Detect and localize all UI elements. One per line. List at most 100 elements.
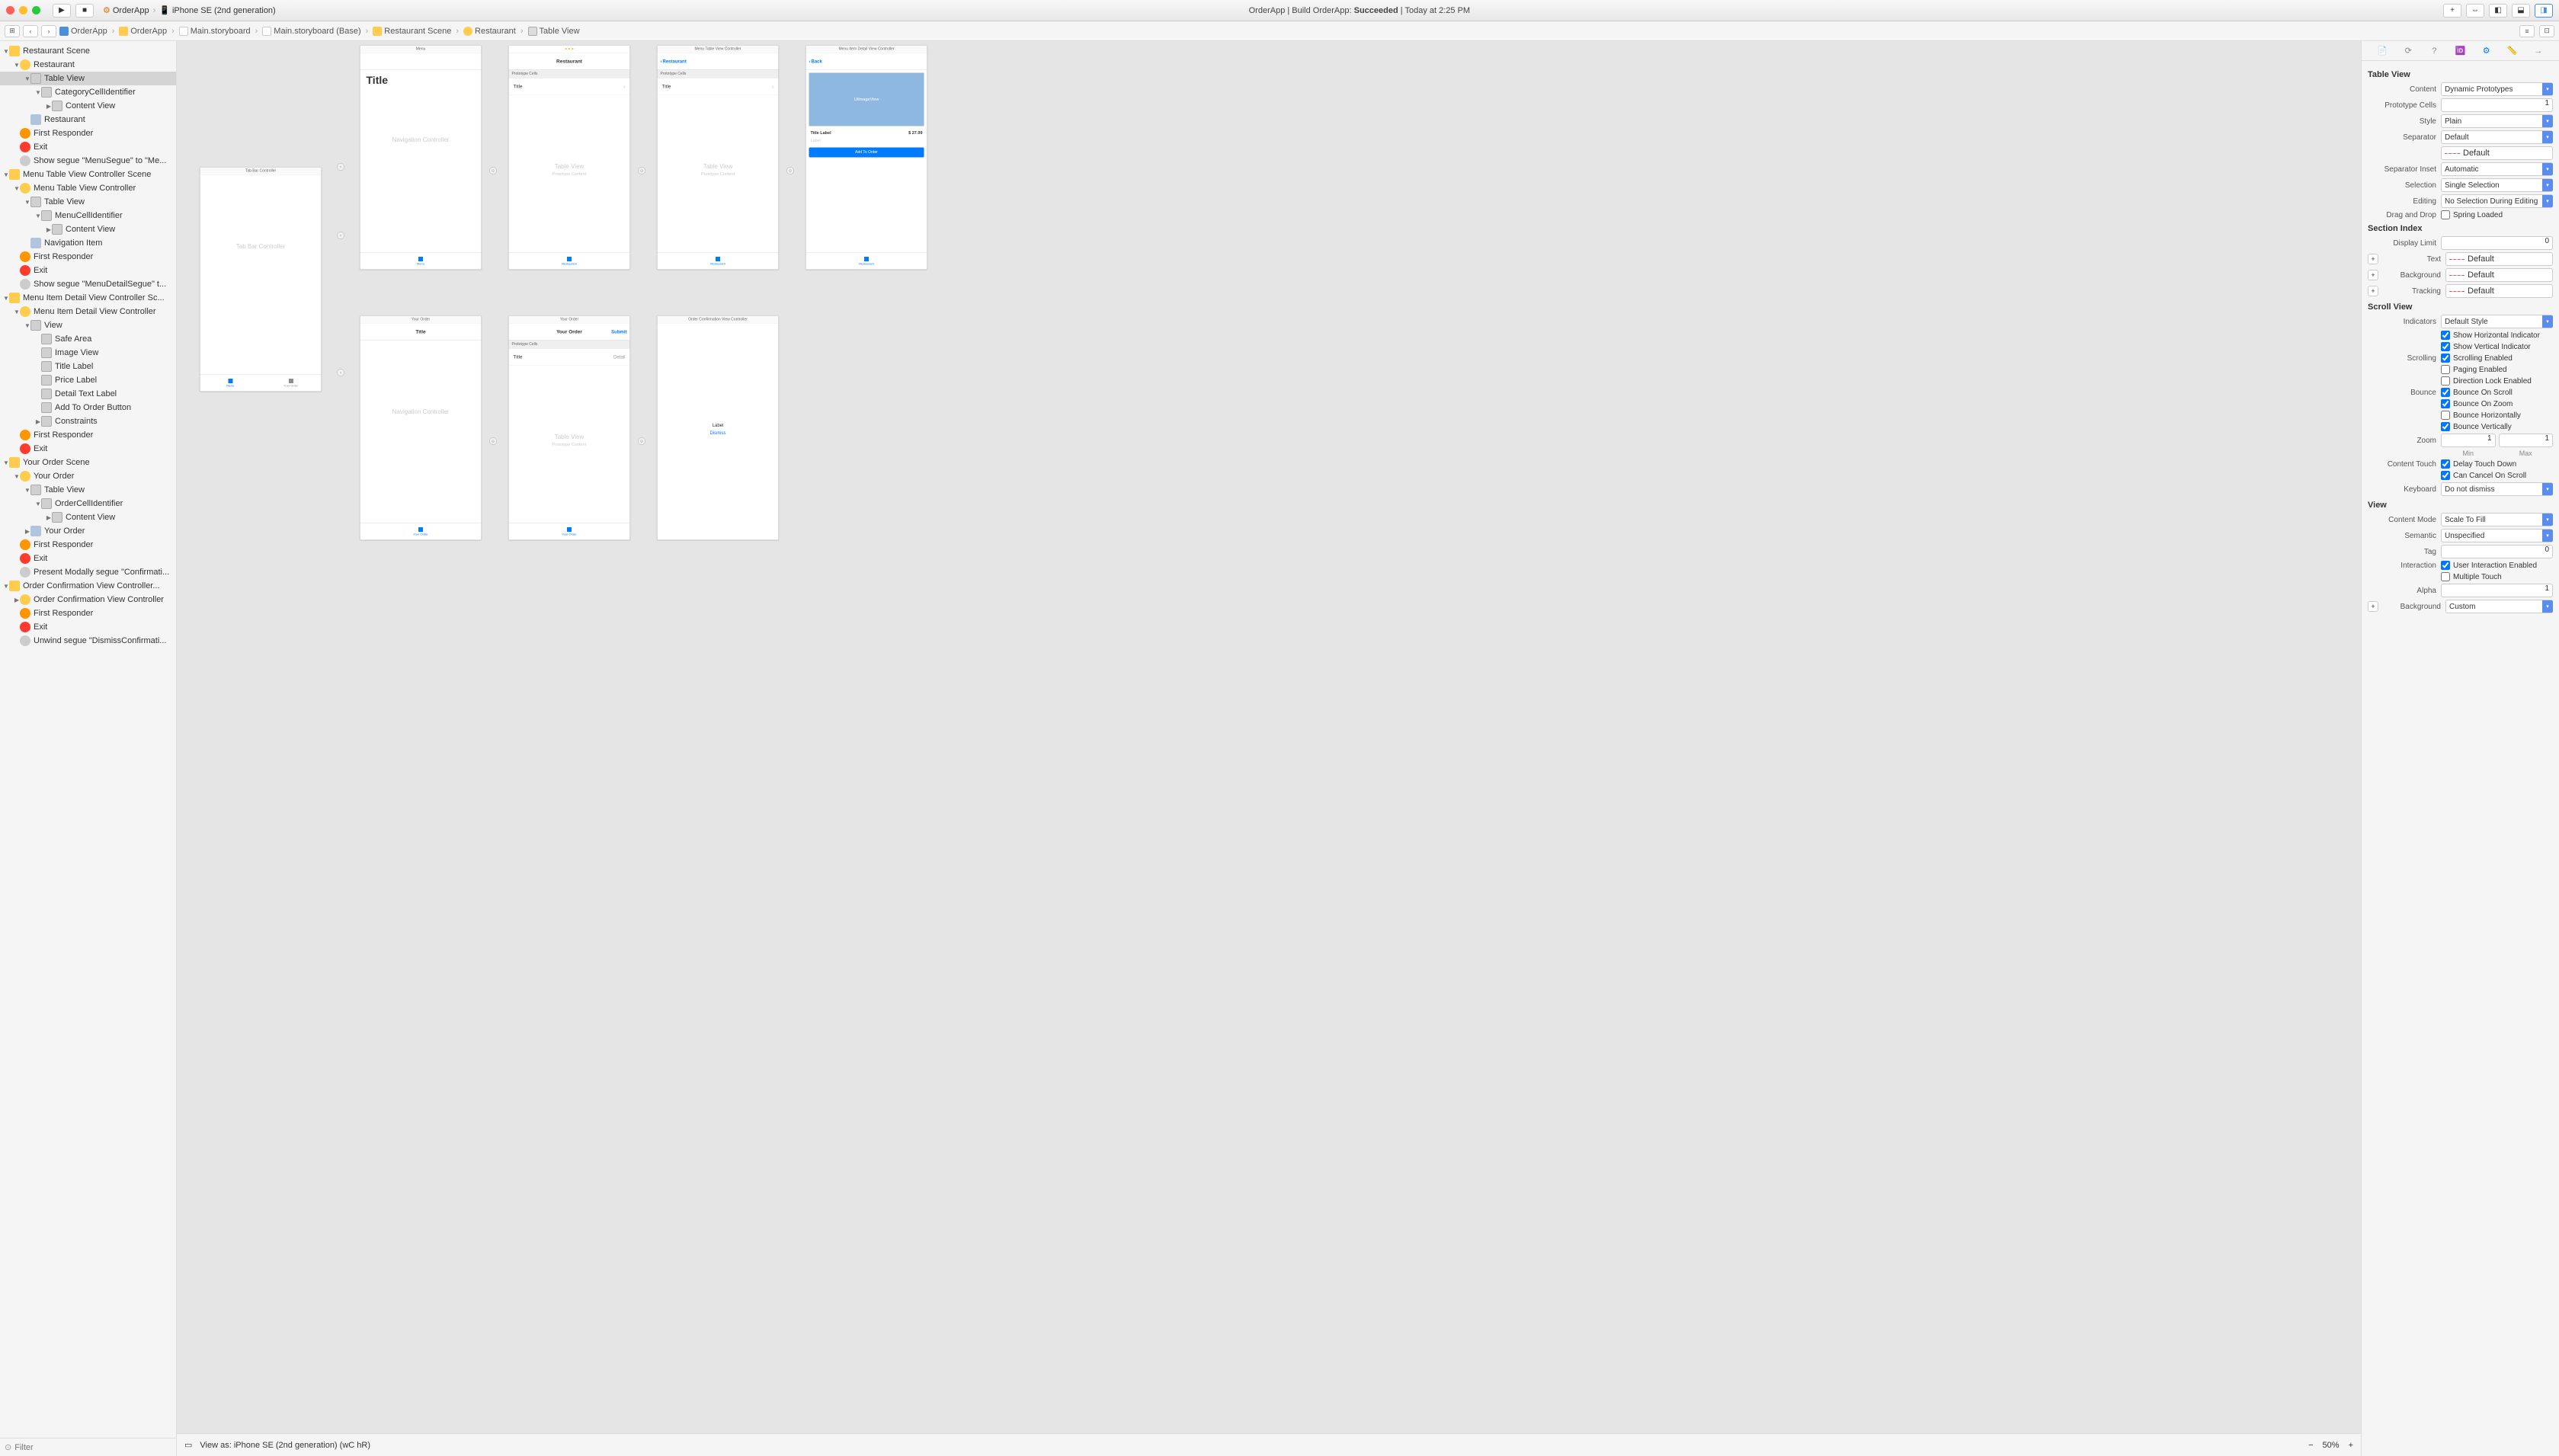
outline-row[interactable]: ▼Menu Table View Controller <box>0 181 176 195</box>
menu-tvc-frame[interactable]: Menu Table View Controller ‹ Restaurant … <box>657 45 779 270</box>
device-config-icon[interactable]: ▭ <box>184 1440 192 1450</box>
inset-select[interactable]: Automatic▾ <box>2441 162 2553 176</box>
tab-order[interactable]: Your Order <box>261 375 322 392</box>
bounce-zoom-check[interactable]: Bounce On Zoom <box>2441 399 2553 408</box>
zoom-in-button[interactable]: + <box>2349 1441 2353 1450</box>
history-tab[interactable]: ⟳ <box>2402 45 2414 57</box>
content-mode-select[interactable]: Scale To Fill▾ <box>2441 513 2553 526</box>
prototype-cell[interactable]: TitleDetail <box>509 349 630 366</box>
content-select[interactable]: Dynamic Prototypes▾ <box>2441 82 2553 96</box>
alpha-field[interactable]: 1 <box>2441 584 2553 597</box>
outline-row[interactable]: First Responder <box>0 250 176 264</box>
segue-icon[interactable]: ⊙ <box>489 167 497 174</box>
outline-row[interactable]: First Responder <box>0 428 176 442</box>
bounce-scroll-check[interactable]: Bounce On Scroll <box>2441 388 2553 397</box>
bounce-h-check[interactable]: Bounce Horizontally <box>2441 411 2553 420</box>
text-color[interactable]: Default <box>2445 252 2553 266</box>
outline-row[interactable]: Title Label <box>0 360 176 373</box>
outline-row[interactable]: Exit <box>0 442 176 456</box>
outline-toggle[interactable]: ≡ <box>2519 25 2535 37</box>
attributes-tab[interactable]: ⚙ <box>2481 45 2493 57</box>
zoom-min-field[interactable]: 1 <box>2441 434 2496 447</box>
stop-button[interactable]: ■ <box>75 4 94 18</box>
add-track-button[interactable]: + <box>2368 286 2378 296</box>
outline-row[interactable]: Exit <box>0 552 176 565</box>
outline-row[interactable]: Unwind segue "DismissConfirmati... <box>0 634 176 648</box>
outline-row[interactable]: Navigation Item <box>0 236 176 250</box>
outline-row[interactable]: ▶Content View <box>0 510 176 524</box>
outline-row[interactable]: Exit <box>0 620 176 634</box>
related-items-button[interactable]: ⊞ <box>5 25 20 37</box>
segue-icon[interactable]: ○ <box>337 232 344 239</box>
outline-row[interactable]: Present Modally segue "Confirmati... <box>0 565 176 579</box>
segue-icon[interactable]: ⊙ <box>638 167 645 174</box>
tab-menu[interactable]: Menu <box>200 375 261 392</box>
panel-right-button[interactable]: ◨ <box>2535 4 2553 18</box>
outline-row[interactable]: ▼OrderCellIdentifier <box>0 497 176 510</box>
outline-row[interactable]: ▼Restaurant Scene <box>0 44 176 58</box>
cancel-scroll-check[interactable]: Can Cancel On Scroll <box>2441 471 2553 480</box>
code-review-button[interactable]: ⇔ <box>2466 4 2484 18</box>
outline-row[interactable]: First Responder <box>0 606 176 620</box>
back-button[interactable]: ‹ Back <box>809 59 822 64</box>
outline-row[interactable]: ▼CategoryCellIdentifier <box>0 85 176 99</box>
add-text-button[interactable]: + <box>2368 254 2378 264</box>
dismiss-button[interactable]: Dismiss <box>658 430 779 436</box>
selection-select[interactable]: Single Selection▾ <box>2441 178 2553 192</box>
outline-row[interactable]: ▶Order Confirmation View Controller <box>0 593 176 606</box>
paging-check[interactable]: Paging Enabled <box>2441 365 2553 374</box>
bounce-v-check[interactable]: Bounce Vertically <box>2441 422 2553 431</box>
outline-row[interactable]: ▼Menu Item Detail View Controller Sc... <box>0 291 176 305</box>
outline-row[interactable]: First Responder <box>0 126 176 140</box>
add-view-bg-button[interactable]: + <box>2368 601 2378 612</box>
keyboard-select[interactable]: Do not dismiss▾ <box>2441 482 2553 496</box>
outline-row[interactable]: Safe Area <box>0 332 176 346</box>
outline-row[interactable]: Add To Order Button <box>0 401 176 414</box>
outline-row[interactable]: ▶Content View <box>0 222 176 236</box>
bc-vc[interactable]: Restaurant <box>463 27 516 36</box>
outline-row[interactable]: Image View <box>0 346 176 360</box>
spring-loaded-check[interactable]: Spring Loaded <box>2441 210 2553 219</box>
style-select[interactable]: Plain▾ <box>2441 114 2553 128</box>
close-button[interactable] <box>6 6 14 14</box>
file-tab[interactable]: 📄 <box>2376 45 2388 57</box>
outline-row[interactable]: ▼MenuCellIdentifier <box>0 209 176 222</box>
help-tab[interactable]: ? <box>2428 45 2440 57</box>
outline-row[interactable]: ▶Constraints <box>0 414 176 428</box>
adjust-editor-button[interactable]: ⊡ <box>2539 25 2554 37</box>
outline-tree[interactable]: ▼Restaurant Scene▼Restaurant▼Table View▼… <box>0 41 176 1438</box>
outline-row[interactable]: Price Label <box>0 373 176 387</box>
outline-row[interactable]: ▼Table View <box>0 195 176 209</box>
back-button[interactable]: ‹ Restaurant <box>661 59 687 64</box>
outline-row[interactable]: First Responder <box>0 538 176 552</box>
bc-group[interactable]: OrderApp <box>119 27 167 36</box>
bg-color[interactable]: Default <box>2445 268 2553 282</box>
zoom-out-button[interactable]: − <box>2308 1441 2313 1450</box>
show-h-check[interactable]: Show Horizontal Indicator <box>2441 331 2553 340</box>
zoom-button[interactable] <box>32 6 40 14</box>
view-bg-select[interactable]: Custom▾ <box>2445 600 2553 613</box>
zoom-level[interactable]: 50% <box>2323 1441 2340 1450</box>
zoom-max-field[interactable]: 1 <box>2499 434 2554 447</box>
multi-touch-check[interactable]: Multiple Touch <box>2441 572 2553 581</box>
outline-row[interactable]: ▶Your Order <box>0 524 176 538</box>
bc-project[interactable]: OrderApp <box>59 27 107 36</box>
restaurant-frame[interactable]: ● ● ● Restaurant Prototype Cells Title› … <box>508 45 630 270</box>
bc-scene[interactable]: Restaurant Scene <box>373 27 451 36</box>
semantic-select[interactable]: Unspecified▾ <box>2441 529 2553 542</box>
prototype-cell[interactable]: Title› <box>509 78 630 95</box>
detail-frame[interactable]: Menu Item Detail View Controller ‹ Back … <box>805 45 927 270</box>
outline-row[interactable]: ▼Your Order <box>0 469 176 483</box>
outline-row[interactable]: ▼Menu Table View Controller Scene <box>0 168 176 181</box>
back-button[interactable]: ‹ <box>23 25 38 37</box>
bc-storyboard[interactable]: Main.storyboard <box>179 27 251 36</box>
prototype-cells-field[interactable]: 1 <box>2441 98 2553 112</box>
submit-button[interactable]: Submit <box>611 329 626 334</box>
add-to-order-button[interactable]: Add To Order <box>809 148 924 158</box>
outline-row[interactable]: Exit <box>0 264 176 277</box>
outline-row[interactable]: ▼Restaurant <box>0 58 176 72</box>
outline-row[interactable]: ▼Order Confirmation View Controller... <box>0 579 176 593</box>
outline-row[interactable]: ▼Menu Item Detail View Controller <box>0 305 176 318</box>
separator-color[interactable]: Default <box>2441 146 2553 160</box>
separator-select[interactable]: Default▾ <box>2441 130 2553 144</box>
